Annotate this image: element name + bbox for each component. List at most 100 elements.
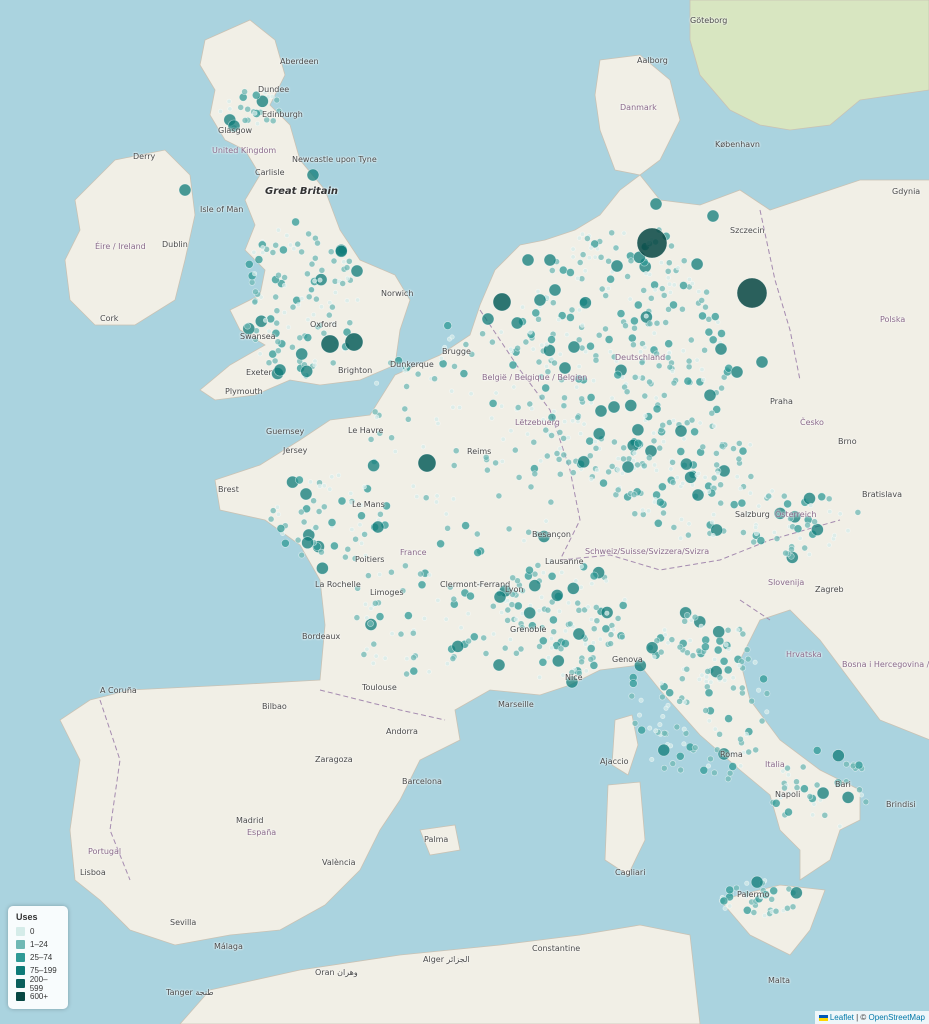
map-marker[interactable] (837, 823, 843, 829)
map-marker[interactable] (480, 634, 488, 642)
map-marker[interactable] (530, 346, 536, 352)
map-marker[interactable] (713, 461, 721, 469)
map-marker[interactable] (538, 458, 544, 464)
map-marker[interactable] (750, 909, 758, 916)
map-marker[interactable] (404, 611, 413, 620)
map-marker[interactable] (680, 348, 686, 354)
map-marker[interactable] (566, 620, 574, 628)
map-marker[interactable] (357, 522, 363, 528)
map-marker[interactable] (646, 378, 653, 386)
map-marker[interactable] (664, 339, 674, 349)
map-marker[interactable] (227, 106, 233, 112)
map-marker[interactable] (615, 466, 621, 472)
map-marker[interactable] (752, 659, 758, 665)
map-marker[interactable] (360, 651, 368, 658)
map-marker[interactable] (691, 744, 699, 752)
map-marker[interactable] (841, 791, 855, 804)
map-marker[interactable] (550, 628, 558, 636)
map-marker[interactable] (586, 341, 595, 351)
map-marker[interactable] (618, 601, 628, 610)
map-marker[interactable] (489, 338, 496, 346)
map-marker[interactable] (653, 319, 661, 327)
map-marker[interactable] (409, 629, 417, 637)
map-marker[interactable] (535, 315, 542, 323)
map-marker[interactable] (681, 741, 687, 747)
map-marker[interactable] (583, 668, 589, 674)
map-marker[interactable] (780, 768, 786, 774)
map-marker[interactable] (409, 666, 419, 676)
map-marker[interactable] (346, 319, 354, 327)
map-marker[interactable] (826, 542, 832, 548)
map-marker[interactable] (557, 351, 563, 357)
map-marker[interactable] (402, 368, 408, 374)
map-marker[interactable] (574, 599, 582, 607)
map-marker[interactable] (403, 383, 410, 390)
map-marker[interactable] (402, 562, 409, 570)
map-marker[interactable] (631, 719, 639, 727)
map-marker[interactable] (564, 332, 570, 338)
map-marker[interactable] (638, 697, 644, 703)
map-marker[interactable] (719, 896, 729, 906)
map-marker[interactable] (739, 630, 747, 638)
map-marker[interactable] (686, 521, 692, 527)
map-marker[interactable] (610, 259, 624, 273)
map-marker[interactable] (382, 655, 388, 661)
map-marker[interactable] (314, 239, 321, 247)
map-marker[interactable] (320, 503, 328, 511)
map-marker[interactable] (613, 370, 623, 380)
map-marker[interactable] (801, 544, 809, 552)
map-marker[interactable] (329, 359, 337, 367)
map-marker[interactable] (680, 480, 686, 486)
map-marker[interactable] (311, 312, 317, 318)
map-marker[interactable] (438, 355, 444, 361)
map-marker[interactable] (713, 645, 723, 655)
map-marker[interactable] (624, 399, 638, 412)
map-marker[interactable] (642, 413, 648, 419)
map-marker[interactable] (339, 280, 347, 287)
map-marker[interactable] (334, 244, 348, 258)
map-marker[interactable] (680, 457, 693, 471)
map-marker[interactable] (589, 571, 599, 581)
map-marker[interactable] (262, 317, 268, 323)
map-marker[interactable] (684, 470, 697, 484)
map-marker[interactable] (643, 270, 649, 276)
map-marker[interactable] (417, 580, 427, 590)
map-marker[interactable] (547, 571, 557, 581)
map-marker[interactable] (543, 452, 551, 460)
map-marker[interactable] (562, 419, 568, 425)
map-marker[interactable] (352, 535, 359, 543)
map-marker[interactable] (566, 600, 572, 606)
map-marker[interactable] (621, 460, 635, 474)
map-marker[interactable] (790, 886, 803, 900)
map-marker[interactable] (771, 529, 777, 535)
map-marker[interactable] (574, 384, 580, 390)
map-marker[interactable] (636, 227, 668, 259)
map-marker[interactable] (565, 458, 572, 466)
map-marker[interactable] (663, 705, 669, 711)
map-marker[interactable] (266, 314, 276, 324)
map-marker[interactable] (686, 276, 692, 282)
map-marker[interactable] (608, 229, 616, 237)
map-marker[interactable] (738, 763, 744, 769)
map-marker[interactable] (854, 509, 862, 516)
map-marker[interactable] (344, 275, 350, 281)
map-marker[interactable] (321, 483, 327, 489)
map-marker[interactable] (724, 626, 732, 634)
map-marker[interactable] (583, 641, 589, 647)
map-marker[interactable] (724, 775, 732, 783)
map-marker[interactable] (772, 907, 780, 915)
map-marker[interactable] (708, 409, 716, 417)
map-marker[interactable] (271, 357, 279, 365)
map-marker[interactable] (587, 656, 595, 663)
map-marker[interactable] (320, 334, 340, 354)
map-marker[interactable] (827, 509, 833, 515)
map-marker[interactable] (681, 617, 689, 625)
map-marker[interactable] (521, 538, 527, 544)
map-marker[interactable] (371, 408, 379, 416)
map-marker[interactable] (730, 445, 737, 452)
map-marker[interactable] (451, 363, 458, 370)
map-marker[interactable] (504, 606, 512, 614)
map-marker[interactable] (318, 304, 324, 310)
map-marker[interactable] (275, 227, 281, 233)
map-marker[interactable] (646, 320, 654, 328)
